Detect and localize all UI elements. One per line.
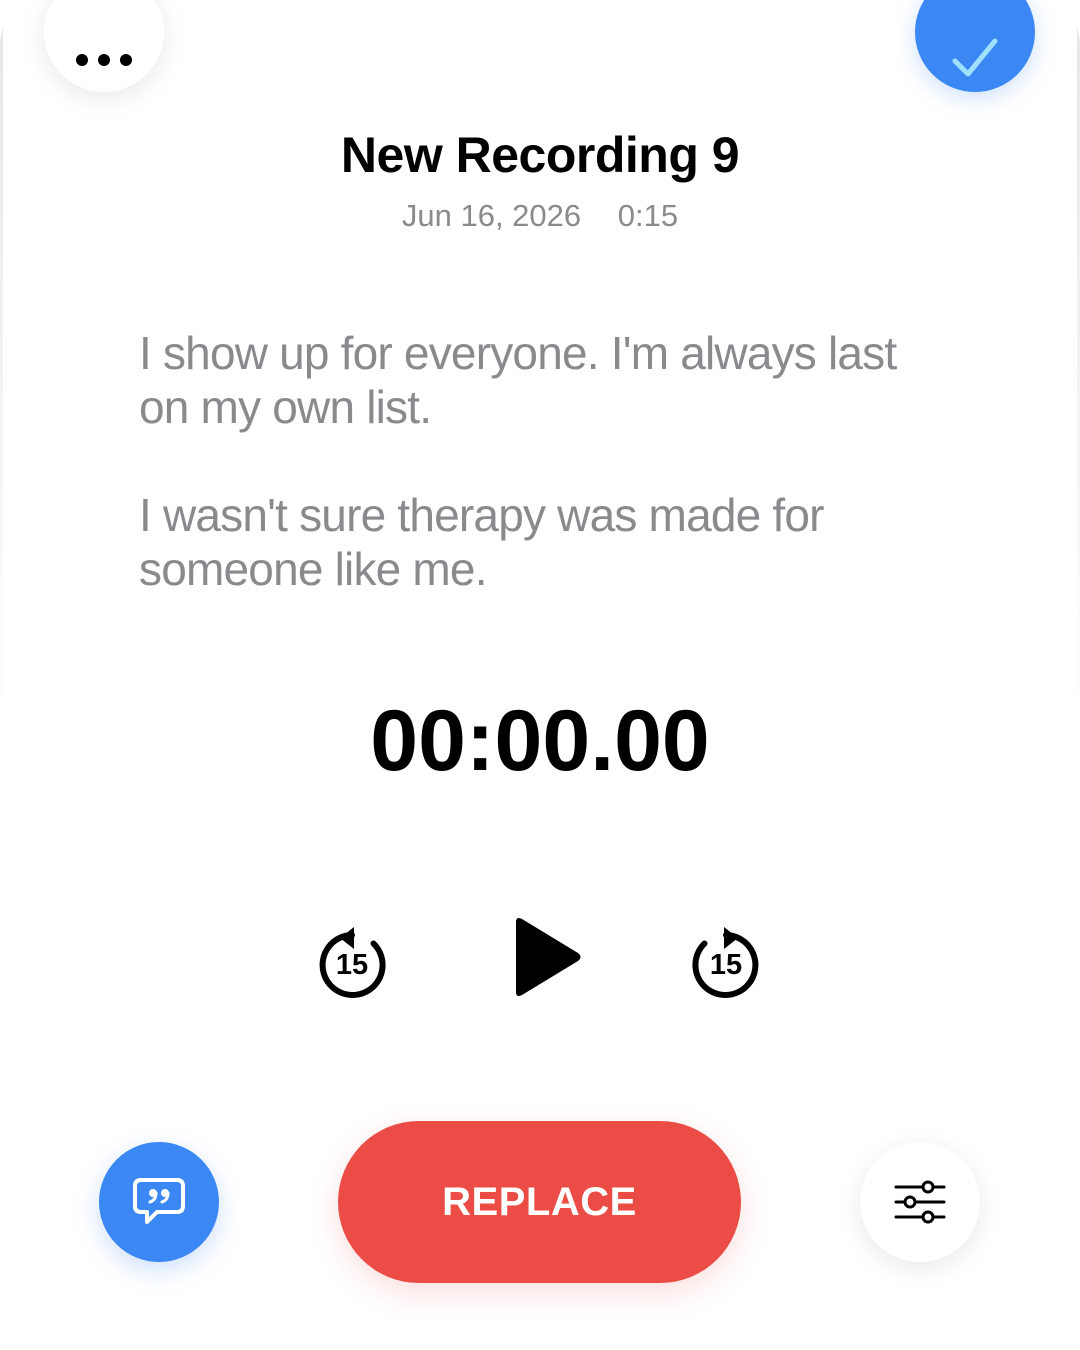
- transcript-button[interactable]: [99, 1142, 219, 1262]
- done-button[interactable]: [915, 0, 1035, 92]
- play-button[interactable]: [500, 910, 590, 1004]
- transcript-paragraph: I show up for everyone. I'm always last …: [139, 327, 897, 433]
- more-options-button[interactable]: [44, 0, 164, 92]
- quote-bubble-icon: [133, 1178, 185, 1224]
- playback-timer: 00:00.00: [370, 693, 710, 789]
- recording-date: Jun 16, 2026: [401, 198, 582, 233]
- recording-meta: Jun 16, 2026 0:15: [0, 198, 1080, 234]
- recording-sheet: New Recording 9 Jun 16, 2026 0:15 I show…: [0, 0, 1080, 1350]
- skip-back-15-icon: 15: [319, 927, 386, 998]
- skip-forward-button[interactable]: 15: [686, 918, 766, 998]
- skip-forward-15-icon: 15: [692, 927, 759, 998]
- transcript-paragraph: I wasn't sure therapy was made for someo…: [139, 489, 824, 595]
- recording-duration: 0:15: [617, 198, 679, 233]
- recording-title[interactable]: New Recording 9: [0, 126, 1080, 184]
- skip-back-button[interactable]: 15: [312, 918, 392, 998]
- transcript: I show up for everyone. I'm always last …: [139, 326, 939, 650]
- skip-back-seconds: 15: [336, 949, 368, 981]
- play-icon: [516, 918, 581, 996]
- sliders-icon: [894, 1180, 946, 1224]
- edit-settings-button[interactable]: [860, 1142, 980, 1262]
- skip-forward-seconds: 15: [710, 949, 742, 981]
- checkmark-icon: [952, 38, 998, 77]
- ellipsis-icon: [76, 54, 132, 66]
- replace-button[interactable]: REPLACE: [338, 1121, 741, 1283]
